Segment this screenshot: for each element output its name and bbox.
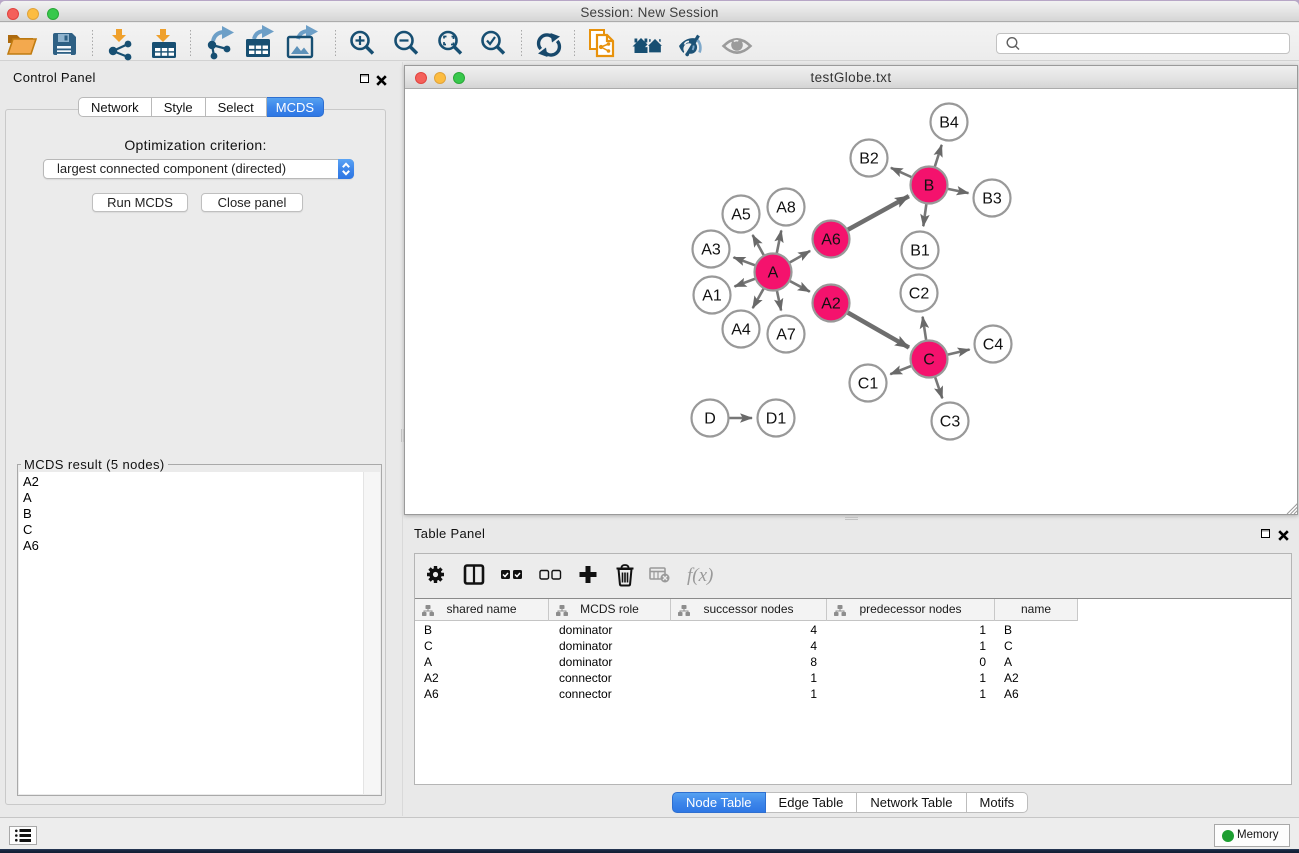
svg-text:D: D — [704, 411, 716, 428]
svg-text:B: B — [924, 178, 935, 195]
svg-text:C1: C1 — [858, 376, 879, 393]
svg-text:A7: A7 — [776, 327, 796, 344]
svg-text:B4: B4 — [939, 115, 959, 132]
svg-text:A8: A8 — [776, 200, 796, 217]
svg-text:B2: B2 — [859, 151, 879, 168]
svg-text:A6: A6 — [821, 232, 841, 249]
svg-text:A1: A1 — [702, 288, 722, 305]
svg-text:B3: B3 — [982, 191, 1002, 208]
svg-text:C4: C4 — [983, 337, 1004, 354]
svg-text:f(x): f(x) — [687, 565, 713, 586]
svg-text:C: C — [923, 352, 935, 369]
svg-text:C3: C3 — [940, 414, 961, 431]
svg-text:A: A — [768, 265, 779, 282]
svg-text:A3: A3 — [701, 242, 721, 259]
svg-text:A2: A2 — [821, 296, 841, 313]
svg-text:C2: C2 — [909, 286, 930, 303]
svg-text:A5: A5 — [731, 207, 751, 224]
svg-text:B1: B1 — [910, 243, 930, 260]
svg-text:A4: A4 — [731, 322, 751, 339]
svg-text:D1: D1 — [766, 411, 787, 428]
